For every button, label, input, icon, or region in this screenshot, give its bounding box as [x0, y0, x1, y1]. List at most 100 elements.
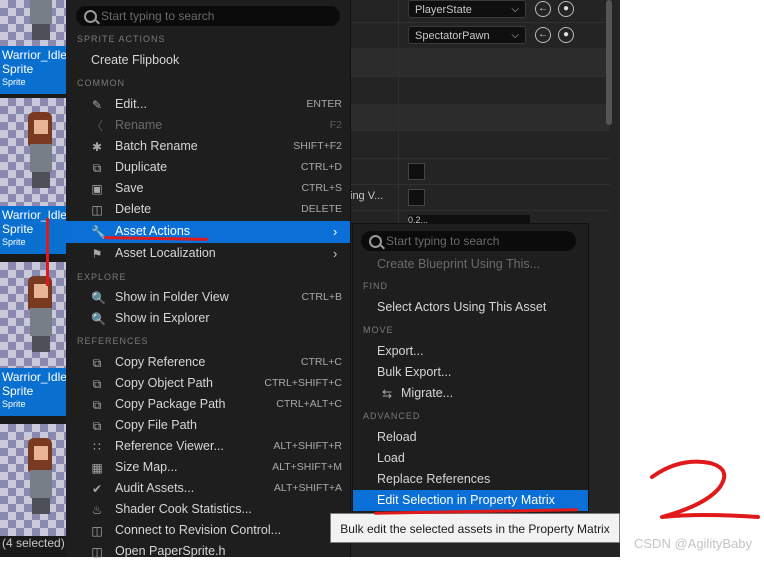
asset-type: Sprite: [2, 237, 26, 247]
shortcut-edit: ENTER: [306, 98, 342, 110]
menu-item-show-in-explorer[interactable]: Show in Explorer: [115, 308, 210, 329]
submenu-item-bulk-export[interactable]: Bulk Export...: [377, 362, 451, 383]
asset-thumbnail[interactable]: [0, 424, 66, 536]
asset-type-title: Sprite: [2, 222, 34, 236]
chevron-right-icon: ›: [333, 246, 338, 261]
submenu-item-migrate[interactable]: Migrate...: [401, 383, 453, 404]
asset-tile-caption[interactable]: Warrior_Idle Sprite Sprite: [0, 206, 66, 254]
player-state-combo[interactable]: PlayerState ⌵: [408, 0, 526, 18]
divider: [350, 184, 610, 185]
divider: [350, 130, 610, 131]
menu-item-asset-actions-highlight[interactable]: [66, 221, 350, 243]
annotation-vertical-line: [46, 218, 49, 286]
context-menu: Start typing to search SPRITE ACTIONS Cr…: [66, 0, 351, 558]
shortcut-batch-rename: SHIFT+F2: [293, 140, 342, 152]
shortcut-copy-package-path: CTRL+ALT+C: [276, 398, 342, 410]
menu-item-copy-file-path[interactable]: Copy File Path: [115, 415, 197, 436]
menu-item-audit-assets[interactable]: Audit Assets...: [115, 478, 194, 499]
chevron-down-icon: ⌵: [511, 30, 519, 41]
chevron-right-icon: ›: [333, 224, 338, 239]
asset-grid: Warrior_Idle Sprite Sprite Warrior_Idle …: [0, 0, 66, 557]
menu-item-batch-rename[interactable]: Batch Rename: [115, 136, 198, 157]
asset-thumbnail[interactable]: [0, 98, 66, 206]
search-icon: [84, 10, 97, 23]
asset-name: Warrior_Idle: [2, 208, 66, 222]
copy-icon: ⧉: [92, 356, 102, 370]
trash-icon: ◫: [91, 203, 103, 217]
menu-item-save[interactable]: Save: [115, 178, 144, 199]
submenu-search-input[interactable]: Start typing to search: [361, 231, 576, 251]
menu-item-show-in-folder-view[interactable]: Show in Folder View: [115, 287, 229, 308]
menu-item-delete[interactable]: Delete: [115, 199, 151, 220]
property-label: ing V...: [350, 190, 384, 202]
asset-thumbnail[interactable]: [0, 0, 66, 48]
shortcut-reference-viewer: ALT+SHIFT+R: [273, 440, 342, 452]
asset-name: Warrior_Idle: [2, 48, 66, 62]
shortcut-rename: F2: [329, 119, 342, 131]
menu-item-reference-viewer[interactable]: Reference Viewer...: [115, 436, 224, 457]
reset-arrow-icon[interactable]: ←: [535, 1, 551, 17]
tooltip: Bulk edit the selected assets in the Pro…: [330, 513, 620, 543]
submenu-item-select-actors[interactable]: Select Actors Using This Asset: [377, 297, 546, 318]
shortcut-save: CTRL+S: [301, 182, 342, 194]
rename-icon: 〈: [91, 119, 104, 133]
folder-search-icon: 🔍: [91, 291, 106, 305]
shortcut-copy-object-path: CTRL+SHIFT+C: [264, 377, 342, 389]
browse-icon[interactable]: ●: [558, 1, 574, 17]
menu-item-size-map[interactable]: Size Map...: [115, 457, 178, 478]
search-placeholder: Start typing to search: [101, 9, 215, 23]
menu-item-connect-revision-control[interactable]: Connect to Revision Control...: [115, 520, 281, 541]
shortcut-show-in-folder-view: CTRL+B: [301, 291, 342, 303]
submenu-item-load[interactable]: Load: [377, 448, 405, 469]
asset-type: Sprite: [2, 77, 26, 87]
save-icon: ▣: [91, 182, 103, 196]
warrior-sprite-image: [20, 0, 64, 42]
menu-search-input[interactable]: Start typing to search: [76, 6, 340, 26]
pencil-icon: ✎: [91, 98, 103, 112]
menu-item-copy-object-path[interactable]: Copy Object Path: [115, 373, 213, 394]
submenu-item-reload[interactable]: Reload: [377, 427, 417, 448]
menu-item-open-source-file[interactable]: Open PaperSprite.h: [115, 541, 226, 562]
menu-item-copy-package-path[interactable]: Copy Package Path: [115, 394, 226, 415]
migrate-icon: ⇆: [381, 387, 393, 401]
watermark: CSDN @AgilityBaby: [634, 536, 752, 551]
menu-item-shader-cook-statistics[interactable]: Shader Cook Statistics...: [115, 499, 252, 520]
asset-tile-caption[interactable]: Warrior_Idle Sprite Sprite: [0, 368, 66, 416]
asset-name: Warrior_Idle: [2, 370, 66, 384]
divider: [350, 76, 610, 77]
divider: [350, 158, 610, 159]
asset-thumbnail[interactable]: [0, 262, 66, 368]
category-row: [350, 48, 610, 76]
menu-item-edit[interactable]: Edit...: [115, 94, 147, 115]
copy-icon: ⧉: [92, 377, 102, 391]
submenu-item-edit-property-matrix[interactable]: Edit Selection in Property Matrix: [377, 490, 555, 511]
shortcut-duplicate: CTRL+D: [300, 161, 342, 173]
spectator-pawn-combo[interactable]: SpectatorPawn ⌵: [408, 26, 526, 44]
asset-type-title: Sprite: [2, 384, 34, 398]
menu-item-create-flipbook[interactable]: Create Flipbook: [91, 50, 179, 71]
menu-item-copy-reference[interactable]: Copy Reference: [115, 352, 205, 373]
browse-icon[interactable]: ●: [558, 27, 574, 43]
grid-icon: ▦: [91, 461, 103, 475]
submenu-item-export[interactable]: Export...: [377, 341, 424, 362]
category-row: [350, 104, 610, 130]
section-advanced: ADVANCED: [363, 411, 421, 421]
menu-item-asset-localization[interactable]: Asset Localization: [115, 243, 216, 264]
column-divider: [398, 0, 399, 230]
audit-icon: ✔: [91, 482, 103, 496]
reset-arrow-icon[interactable]: ←: [535, 27, 551, 43]
shortcut-size-map: ALT+SHIFT+M: [272, 461, 342, 473]
menu-item-duplicate[interactable]: Duplicate: [115, 157, 167, 178]
property-checkbox[interactable]: [408, 163, 425, 180]
asset-actions-submenu: Start typing to search Create Blueprint …: [352, 223, 589, 515]
warrior-sprite-image: [20, 274, 64, 354]
scrollbar[interactable]: [606, 0, 612, 125]
section-references: REFERENCES: [77, 336, 149, 346]
graph-icon: ∷: [93, 440, 101, 454]
section-find: FIND: [363, 281, 388, 291]
flag-icon: ⚑: [91, 247, 103, 261]
asset-tile-caption[interactable]: Warrior_Idle Sprite Sprite: [0, 46, 66, 94]
property-checkbox[interactable]: [408, 189, 425, 206]
submenu-item-replace-references[interactable]: Replace References: [377, 469, 490, 490]
duplicate-icon: ⧉: [92, 161, 102, 175]
